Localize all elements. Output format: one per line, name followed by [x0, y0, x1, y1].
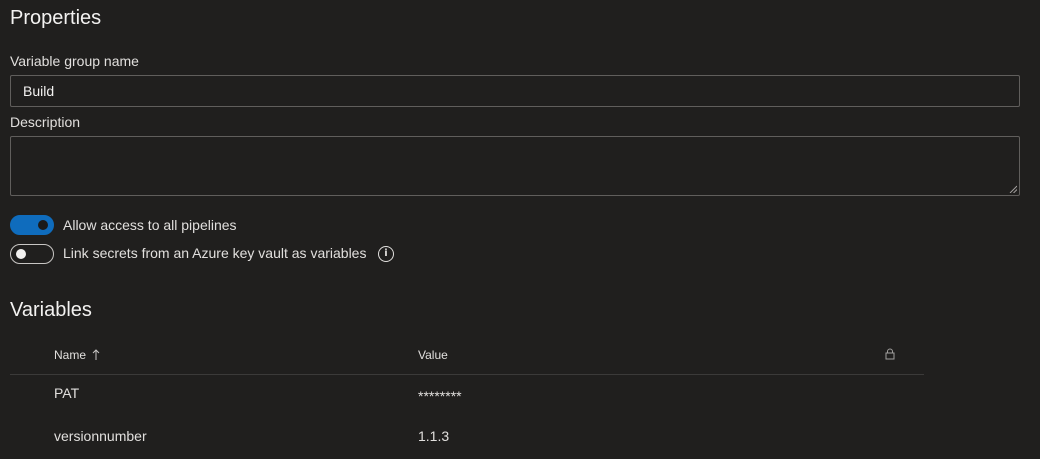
info-icon[interactable]: i — [378, 246, 394, 262]
resize-grip-icon[interactable] — [1009, 185, 1017, 193]
allow-access-toggle[interactable] — [10, 215, 54, 235]
table-row[interactable] — [10, 375, 924, 415]
properties-heading: Properties — [10, 7, 102, 29]
variable-group-name-label: Variable group name — [10, 53, 139, 69]
description-label: Description — [10, 114, 81, 130]
variable-value-cell: 1.1.3 — [418, 428, 450, 444]
name-column-header[interactable]: Name — [54, 348, 100, 362]
description-textarea[interactable] — [10, 136, 1020, 196]
variable-value-cell: ******** — [418, 388, 462, 404]
lock-icon — [885, 348, 895, 360]
link-secrets-label: Link secrets from an Azure key vault as … — [63, 245, 367, 261]
variable-group-name-input[interactable] — [10, 75, 1020, 107]
link-secrets-toggle[interactable] — [10, 244, 54, 264]
table-row[interactable] — [10, 418, 924, 458]
value-column-header[interactable]: Value — [418, 348, 448, 362]
variables-heading: Variables — [10, 299, 92, 321]
toggle-knob — [38, 220, 48, 230]
arrow-up-icon — [92, 349, 100, 360]
allow-access-label: Allow access to all pipelines — [63, 217, 237, 233]
toggle-knob — [16, 249, 26, 259]
variable-name-cell: versionnumber — [54, 428, 147, 444]
variable-name-cell: PAT — [54, 385, 80, 401]
name-column-label: Name — [54, 348, 87, 362]
